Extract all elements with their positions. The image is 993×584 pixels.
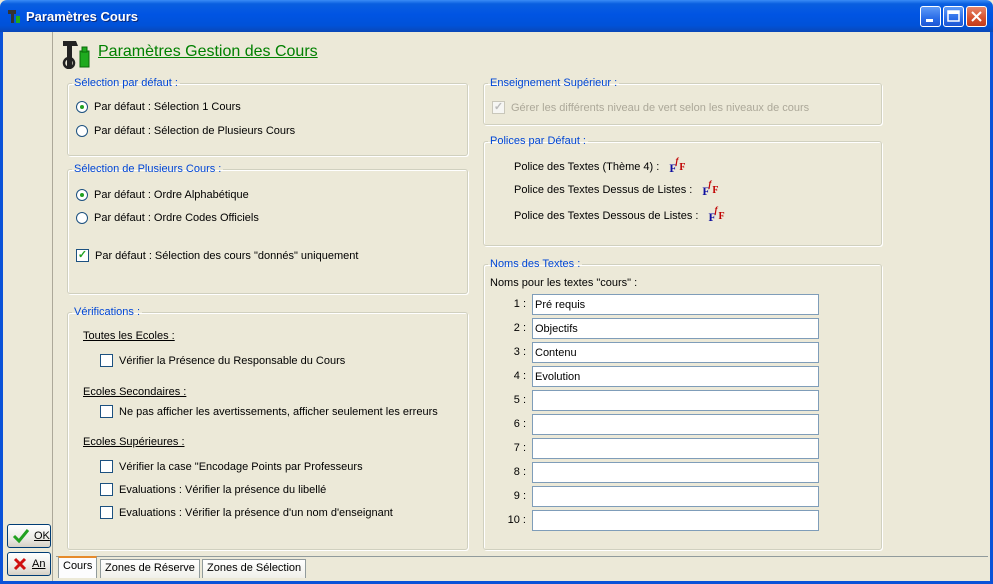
checkbox-evaluations-libelle[interactable]: Evaluations : Vérifier la présence du li… xyxy=(100,483,326,496)
group-legend: Vérifications : xyxy=(74,306,141,318)
police-textes-dessus[interactable]: Police des Textes Dessus de Listes : FfF xyxy=(514,179,722,198)
page-title: Paramètres Gestion des Cours xyxy=(98,43,318,60)
radio-selection-1-cours[interactable]: Par défaut : Sélection 1 Cours xyxy=(76,101,241,113)
nom-texte-input-10[interactable] xyxy=(532,510,819,531)
checkbox-label: Gérer les différents niveau de vert selo… xyxy=(511,101,810,114)
minimize-button[interactable] xyxy=(920,6,941,27)
checkbox[interactable] xyxy=(100,483,113,496)
heading-ecoles-secondaires: Ecoles Secondaires : xyxy=(83,386,187,398)
close-icon xyxy=(971,11,982,22)
checkbox-label: Evaluations : Vérifier la présence du li… xyxy=(119,483,327,496)
radio-button[interactable] xyxy=(76,189,88,201)
checkbox-verifier-responsable[interactable]: Vérifier la Présence du Responsable du C… xyxy=(100,354,345,367)
radio-selection-plusieurs-cours[interactable]: Par défaut : Sélection de Plusieurs Cour… xyxy=(76,125,295,137)
minimize-icon xyxy=(926,19,933,22)
field-number: 1 : xyxy=(513,298,526,310)
font-icon[interactable]: FfF xyxy=(702,179,722,198)
radio-button[interactable] xyxy=(76,212,88,224)
police-label: Police des Textes (Thème 4) : xyxy=(514,161,660,173)
font-icon[interactable]: FfF xyxy=(669,156,689,175)
field-number: 6 : xyxy=(513,418,526,430)
group-legend: Noms des Textes : xyxy=(490,258,581,270)
cancel-label: An xyxy=(32,558,46,570)
group-selection-plusieurs: Sélection de Plusieurs Cours : xyxy=(67,163,468,294)
field-number: 10 : xyxy=(507,514,526,526)
checkbox-encodage-points[interactable]: Vérifier la case "Encodage Points par Pr… xyxy=(100,460,363,473)
police-textes-theme[interactable]: Police des Textes (Thème 4) : FfF xyxy=(514,156,689,175)
group-legend: Enseignement Supérieur : xyxy=(490,77,618,89)
nom-texte-input-7[interactable] xyxy=(532,438,819,459)
font-icon[interactable]: FfF xyxy=(708,205,728,224)
checkbox[interactable] xyxy=(100,460,113,473)
checkbox[interactable]: ✓ xyxy=(492,101,505,114)
checkbox[interactable] xyxy=(100,354,113,367)
cancel-button[interactable]: An xyxy=(7,552,51,576)
tab-zones-selection[interactable]: Zones de Sélection xyxy=(202,559,307,578)
tab-baseline xyxy=(56,556,988,557)
nom-texte-input-6[interactable] xyxy=(532,414,819,435)
group-selection-defaut: Sélection par défaut : xyxy=(67,77,468,156)
window-title-bar[interactable]: Paramètres Cours xyxy=(0,0,993,32)
checkbox-label: Ne pas afficher les avertissements, affi… xyxy=(119,405,438,418)
radio-label: Par défaut : Ordre Codes Officiels xyxy=(94,212,259,224)
tab-zones-reserve[interactable]: Zones de Réserve xyxy=(100,559,200,578)
checkbox-evaluations-enseignant[interactable]: Evaluations : Vérifier la présence d'un … xyxy=(100,506,393,519)
left-button-strip xyxy=(3,32,53,581)
police-label: Police des Textes Dessous de Listes : xyxy=(514,210,699,222)
nom-texte-input-8[interactable] xyxy=(532,462,819,483)
police-textes-dessous[interactable]: Police des Textes Dessous de Listes : Ff… xyxy=(514,205,728,224)
tab-cours[interactable]: Cours xyxy=(58,556,98,578)
radio-button[interactable] xyxy=(76,125,88,137)
group-legend: Sélection par défaut : xyxy=(74,77,178,89)
checkbox-cours-donnes[interactable]: ✓ Par défaut : Sélection des cours "donn… xyxy=(76,249,358,262)
nom-texte-input-1[interactable] xyxy=(532,294,819,315)
group-legend: Polices par Défaut : xyxy=(490,135,586,147)
checkbox[interactable] xyxy=(100,405,113,418)
nom-texte-input-5[interactable] xyxy=(532,390,819,411)
field-number: 8 : xyxy=(513,466,526,478)
ok-button[interactable]: OK xyxy=(7,524,51,548)
nom-texte-input-4[interactable] xyxy=(532,366,819,387)
check-icon xyxy=(12,529,30,544)
heading-ecoles-superieures: Ecoles Supérieures : xyxy=(83,436,185,448)
window-title: Paramètres Cours xyxy=(26,9,138,24)
radio-ordre-codes-officiels[interactable]: Par défaut : Ordre Codes Officiels xyxy=(76,212,259,224)
group-legend: Sélection de Plusieurs Cours : xyxy=(74,163,222,175)
checkbox-label: Vérifier la case "Encodage Points par Pr… xyxy=(119,460,363,473)
field-number: 3 : xyxy=(513,346,526,358)
tools-icon xyxy=(62,41,90,69)
heading-toutes-ecoles: Toutes les Ecoles : xyxy=(83,330,175,342)
maximize-icon xyxy=(947,10,960,22)
field-number: 5 : xyxy=(513,394,526,406)
noms-caption: Noms pour les textes "cours" : xyxy=(490,277,638,289)
checkbox[interactable]: ✓ xyxy=(76,249,89,262)
police-label: Police des Textes Dessus de Listes : xyxy=(514,184,693,196)
checkbox-label: Par défaut : Sélection des cours "donnés… xyxy=(95,249,359,262)
ok-label: OK xyxy=(34,530,50,542)
checkbox-avertissements[interactable]: Ne pas afficher les avertissements, affi… xyxy=(100,405,438,418)
field-number: 4 : xyxy=(513,370,526,382)
radio-label: Par défaut : Sélection 1 Cours xyxy=(94,101,241,113)
maximize-button[interactable] xyxy=(943,6,964,27)
checkbox-label: Evaluations : Vérifier la présence d'un … xyxy=(119,506,393,519)
field-number: 2 : xyxy=(513,322,526,334)
radio-ordre-alphabetique[interactable]: Par défaut : Ordre Alphabétique xyxy=(76,189,249,201)
close-icon xyxy=(13,557,27,571)
checkbox-niveaux-vert[interactable]: ✓ Gérer les différents niveau de vert se… xyxy=(492,101,809,114)
radio-label: Par défaut : Sélection de Plusieurs Cour… xyxy=(94,125,296,137)
checkbox[interactable] xyxy=(100,506,113,519)
close-button[interactable] xyxy=(966,6,987,27)
radio-label: Par défaut : Ordre Alphabétique xyxy=(94,189,249,201)
checkbox-label: Vérifier la Présence du Responsable du C… xyxy=(119,354,346,367)
field-number: 7 : xyxy=(513,442,526,454)
field-number: 9 : xyxy=(513,490,526,502)
radio-button[interactable] xyxy=(76,101,88,113)
nom-texte-input-9[interactable] xyxy=(532,486,819,507)
tools-icon xyxy=(8,10,20,23)
nom-texte-input-2[interactable] xyxy=(532,318,819,339)
nom-texte-input-3[interactable] xyxy=(532,342,819,363)
